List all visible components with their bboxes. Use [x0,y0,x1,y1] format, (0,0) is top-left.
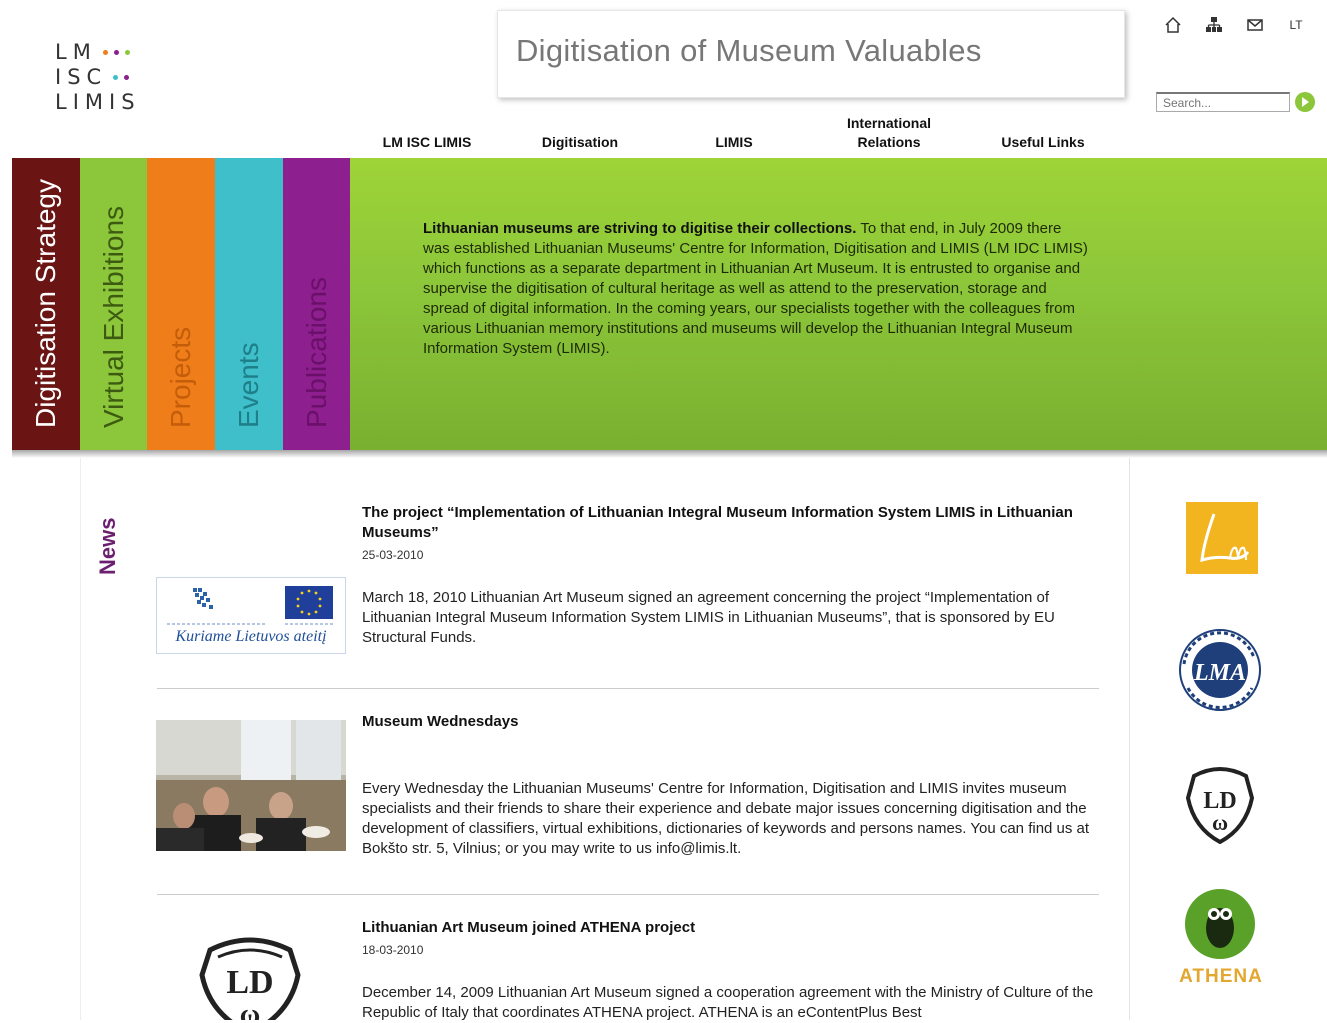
home-icon[interactable] [1162,14,1184,36]
search-go-icon[interactable] [1294,91,1316,113]
athena-partner-logo[interactable]: ATHENA [1176,888,1266,990]
nav-limis[interactable]: LIMIS [700,133,768,152]
news-item: Museum Wednesdays Every Wednesday the Li… [362,712,1102,859]
banner-text: Lithuanian museums are striving to digit… [423,219,1088,359]
eu-funds-caption: Kuriame Lietuvos ateitį [175,628,327,645]
main-nav: LM ISC LIMIS Digitisation LIMIS Internat… [0,114,1327,156]
news-item: The project “Implementation of Lithuania… [362,503,1102,648]
language-switch-lt[interactable]: LT [1285,14,1307,36]
news-heading-text: News [95,517,120,575]
tab-label: Virtual Exhibitions [97,205,129,428]
news-body: December 14, 2009 Lithuanian Art Museum … [362,984,1094,1021]
svg-text:LMA: LMA [1193,660,1246,686]
sitemap-icon[interactable] [1203,14,1225,36]
tab-label: Publications [300,277,332,428]
news-item: Lithuanian Art Museum joined ATHENA proj… [362,918,1102,1023]
logo-line-2: ISC [55,65,108,89]
mail-icon[interactable] [1244,14,1266,36]
news-date: 25-03-2010 [362,548,424,562]
logo-line-3: LIMIS [55,90,141,114]
news-separator [157,688,1099,689]
site-title: Digitisation of Museum Valuables [516,33,982,68]
lm-partner-logo[interactable] [1186,502,1258,574]
svg-text:ω: ω [240,999,260,1020]
news-separator [157,894,1099,895]
tab-digitisation-strategy[interactable]: Digitisation Strategy [12,158,80,450]
tab-label: Projects [165,326,196,428]
tab-label: Digitisation Strategy [30,178,61,428]
nav-lm-isc-limis[interactable]: LM ISC LIMIS [377,133,477,152]
site-title-box: Digitisation of Museum Valuables [497,10,1125,98]
tab-label: Events [233,342,264,428]
logo-line-1: LM [55,40,97,64]
lma-partner-logo[interactable]: LMA [1174,628,1266,712]
top-toolbar: LT [1162,14,1307,36]
tab-projects[interactable]: Projects [147,158,215,450]
news-body: Every Wednesday the Lithuanian Museums' … [362,780,1090,857]
ldm-logo-image[interactable]: LD ω [190,935,310,1020]
svg-text:ω: ω [1212,810,1228,835]
tab-publications[interactable]: Publications [283,158,350,450]
banner-lead: Lithuanian museums are striving to digit… [423,220,857,237]
ldm-partner-logo[interactable]: LD ω [1182,766,1258,845]
nav-useful-links[interactable]: Useful Links [990,133,1096,152]
tab-virtual-exhibitions[interactable]: Virtual Exhibitions [80,158,147,450]
search-input[interactable] [1156,92,1290,112]
nav-international-relations[interactable]: International Relations [835,114,943,152]
museum-wednesdays-photo[interactable] [156,720,346,851]
news-title[interactable]: Lithuanian Art Museum joined ATHENA proj… [362,918,1102,938]
news-date: 18-03-2010 [362,943,424,957]
eu-funds-image[interactable]: Kuriame Lietuvos ateitį [156,577,346,654]
intro-banner: Lithuanian museums are striving to digit… [350,158,1327,450]
news-heading: News [95,505,125,575]
banner-shadow [12,450,1327,458]
svg-text:LD: LD [226,964,273,1001]
banner-body: To that end, in July 2009 there was esta… [423,220,1088,357]
search-bar [1156,91,1316,113]
news-title[interactable]: The project “Implementation of Lithuania… [362,503,1102,543]
news-title[interactable]: Museum Wednesdays [362,712,1102,732]
athena-label: ATHENA [1179,966,1263,987]
tab-events[interactable]: Events [215,158,283,450]
news-body: March 18, 2010 Lithuanian Art Museum sig… [362,589,1055,646]
nav-digitisation[interactable]: Digitisation [530,133,630,152]
site-logo[interactable]: LM ISC LIMIS [55,40,141,115]
